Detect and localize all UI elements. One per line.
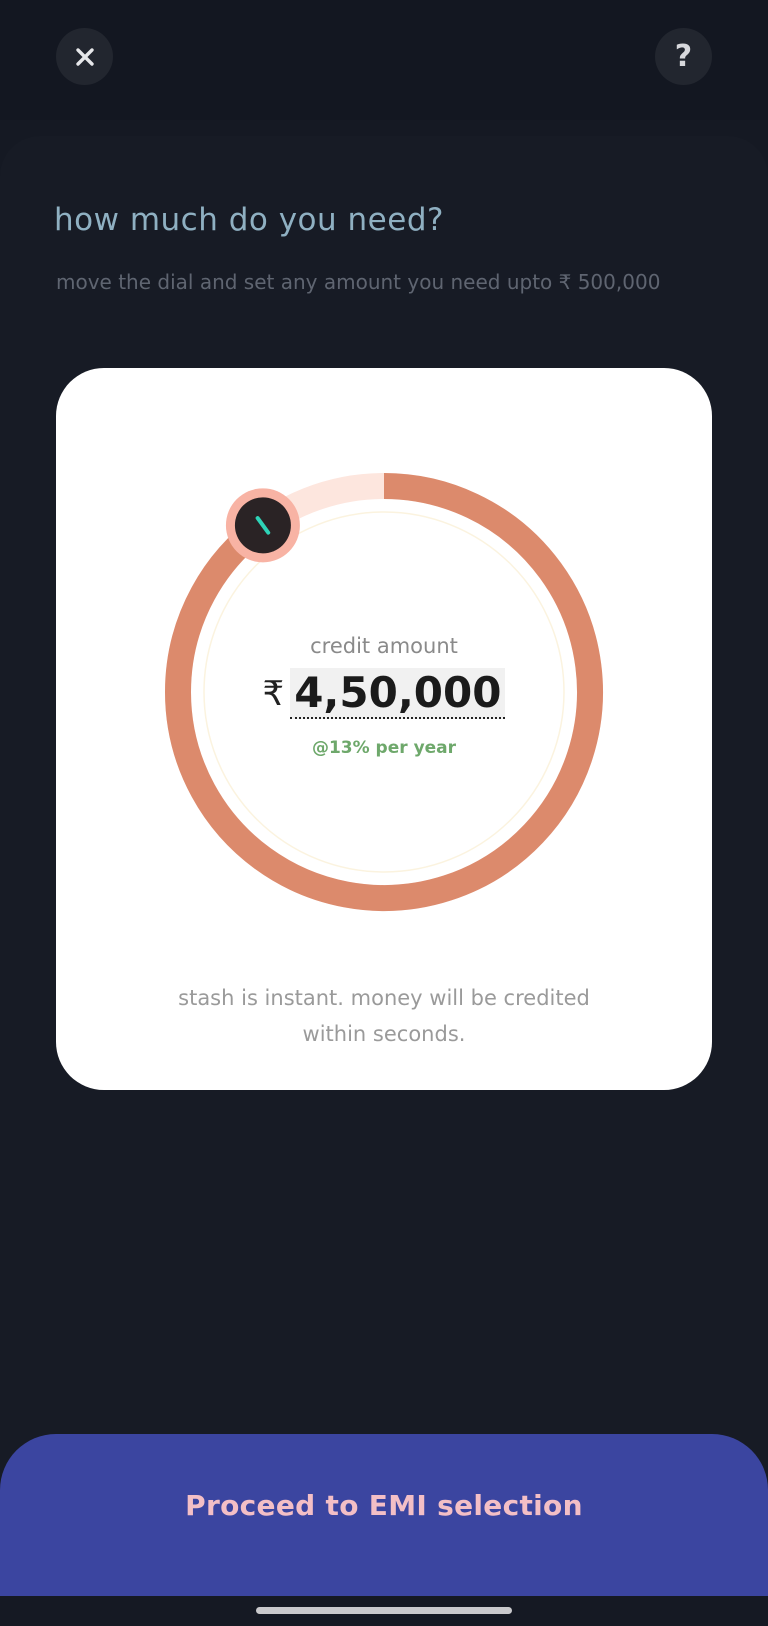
instant-credit-note: stash is instant. money will be credited… [178, 986, 590, 1046]
screen: ? how much do you need? move the dial an… [0, 0, 768, 1626]
amount-row: ₹ 4,50,000 [56, 668, 712, 719]
page-subtitle: move the dial and set any amount you nee… [56, 270, 661, 294]
dial-knob[interactable] [225, 488, 300, 563]
close-button[interactable] [56, 28, 113, 85]
amount-card: credit amount ₹ 4,50,000 @13% per year s… [56, 368, 712, 1090]
home-indicator[interactable] [256, 1607, 512, 1614]
credit-amount-label: credit amount [310, 634, 458, 658]
page-title: how much do you need? [54, 202, 444, 238]
credit-amount-value[interactable]: 4,50,000 [290, 668, 506, 719]
proceed-button-label: Proceed to EMI selection [185, 1488, 583, 1522]
proceed-to-emi-button[interactable]: Proceed to EMI selection [0, 1434, 768, 1596]
help-icon: ? [674, 39, 693, 74]
help-button[interactable]: ? [655, 28, 712, 85]
close-icon [75, 47, 94, 66]
interest-rate: @13% per year [311, 738, 457, 758]
top-bar [0, 0, 768, 120]
rupee-symbol: ₹ [262, 673, 285, 714]
